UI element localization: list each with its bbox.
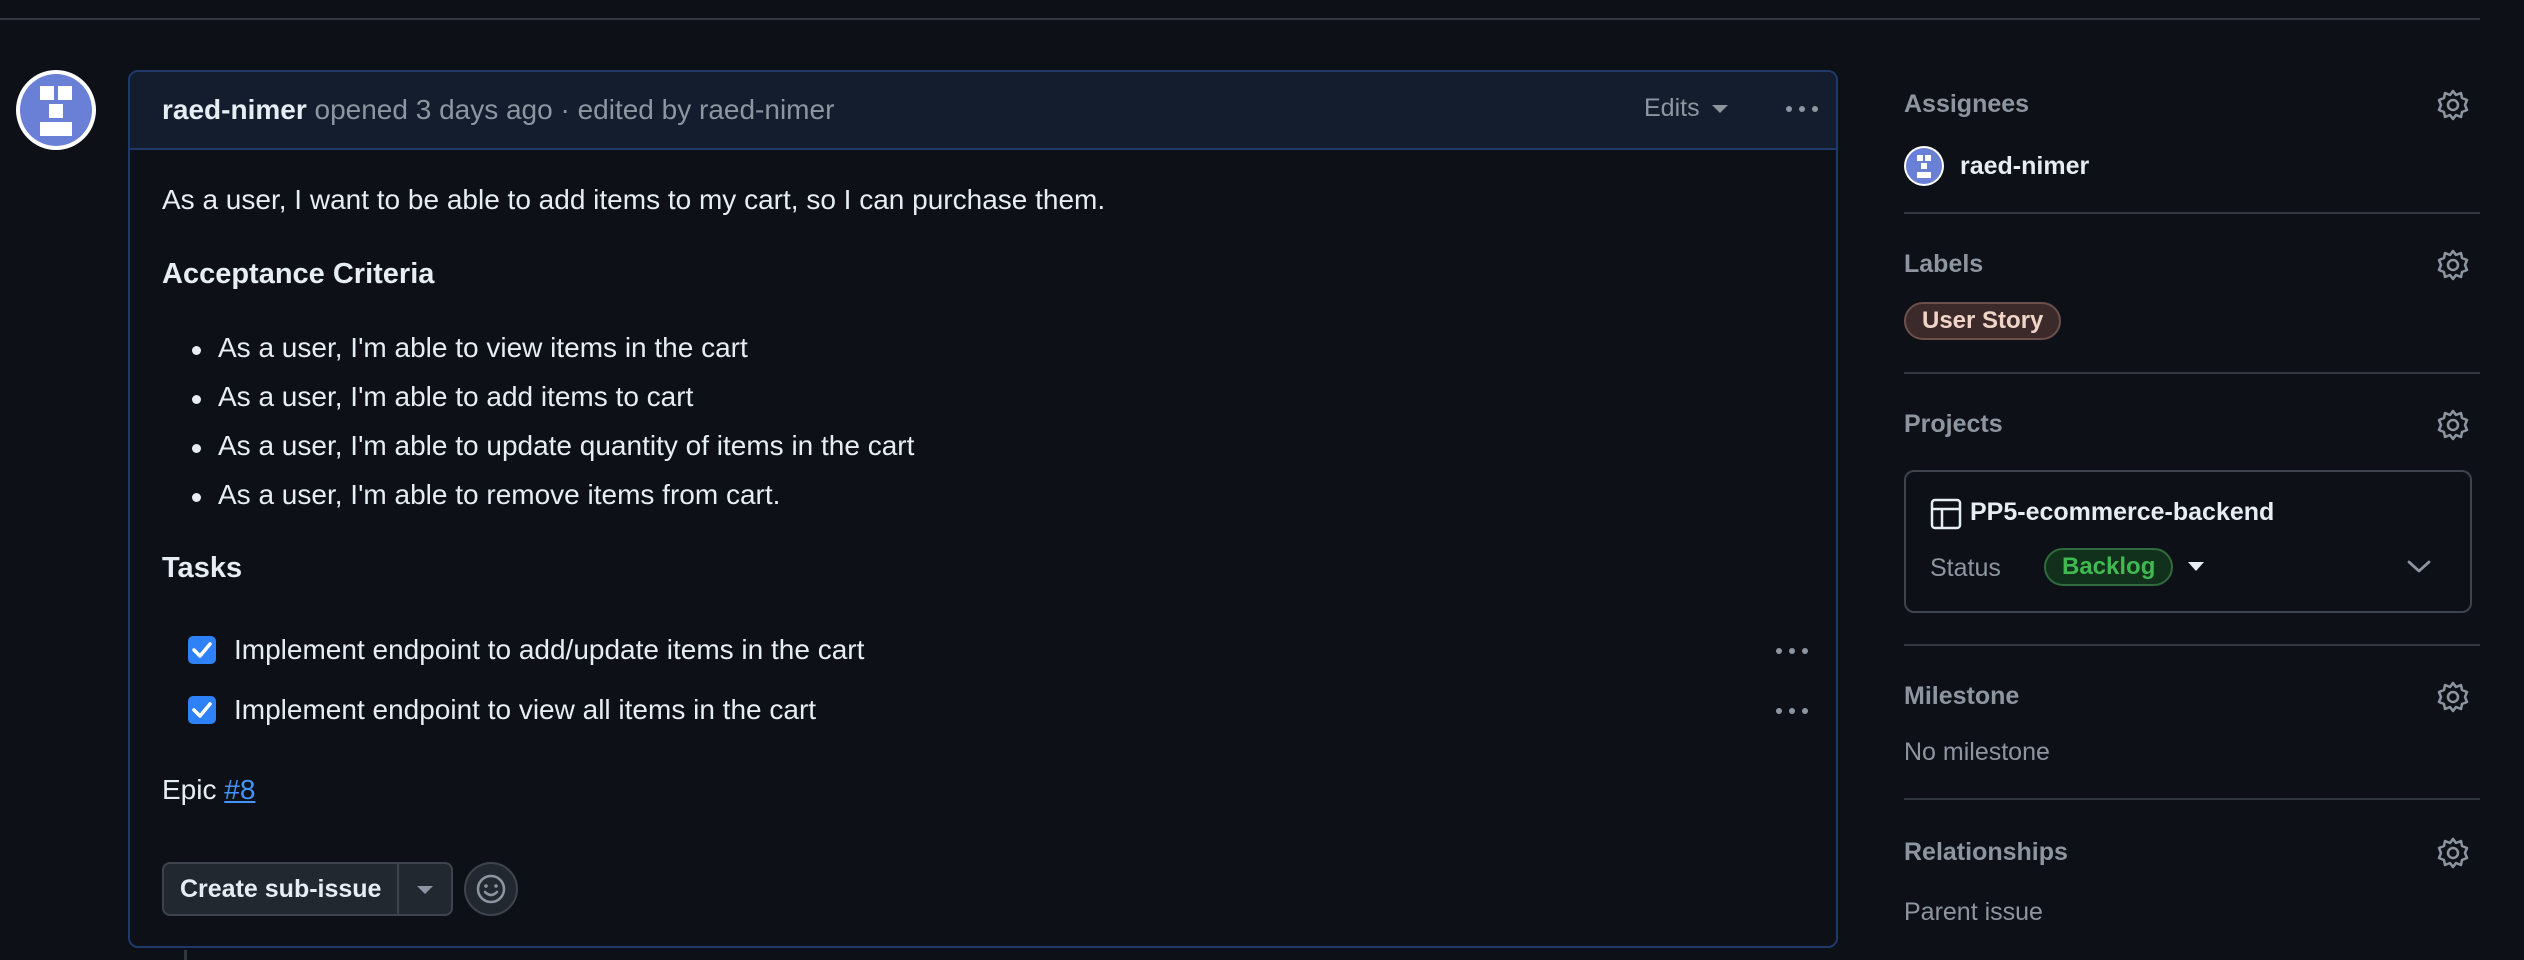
- issue-intro: As a user, I want to be able to add item…: [162, 184, 1106, 215]
- status-caret-icon[interactable]: [2188, 562, 2204, 571]
- project-name[interactable]: PP5-ecommerce-backend: [1970, 498, 2274, 527]
- labels-heading: Labels: [1904, 250, 1984, 278]
- task-label: Implement endpoint to view all items in …: [234, 694, 817, 725]
- add-reaction-button[interactable]: [464, 862, 518, 916]
- chevron-down-icon[interactable]: [2406, 558, 2432, 576]
- acceptance-heading: Acceptance Criteria: [162, 258, 435, 290]
- milestone-heading: Milestone: [1904, 682, 2020, 710]
- comment-meta-text: opened 3 days ago · edited by raed-nimer: [314, 94, 835, 125]
- timeline-connector: [184, 950, 187, 960]
- issue-comment: raed-nimer opened 3 days ago · edited by…: [128, 70, 1838, 948]
- epic-line: Epic #8: [162, 774, 255, 806]
- comment-header: raed-nimer opened 3 days ago · edited by…: [130, 72, 1836, 150]
- task-label: Implement endpoint to add/update items i…: [234, 634, 865, 665]
- bullet-icon: [192, 493, 201, 502]
- author-link[interactable]: raed-nimer: [162, 94, 307, 125]
- smiley-icon: [476, 874, 506, 904]
- criteria-item: As a user, I'm able to add items to cart: [218, 381, 694, 412]
- avatar-identicon: [20, 74, 92, 146]
- bullet-icon: [192, 346, 201, 355]
- assignees-gear-icon[interactable]: [2436, 88, 2470, 122]
- assignees-heading: Assignees: [1904, 90, 2030, 118]
- bullet-icon: [192, 444, 201, 453]
- edits-label: Edits: [1644, 94, 1700, 122]
- assignee-name[interactable]: raed-nimer: [1960, 152, 2089, 181]
- milestone-value: No milestone: [1904, 738, 2050, 766]
- sidebar-divider: [1904, 798, 2480, 800]
- sidebar-divider: [1904, 212, 2480, 214]
- comment-meta: raed-nimer opened 3 days ago · edited by…: [162, 94, 834, 126]
- sidebar-divider: [1904, 644, 2480, 646]
- status-label: Status: [1930, 554, 2001, 582]
- table-icon: [1930, 498, 1962, 530]
- create-subissue-dropdown[interactable]: [399, 864, 451, 914]
- projects-heading: Projects: [1904, 410, 2003, 438]
- task-checkbox[interactable]: [188, 636, 216, 664]
- comment-options-icon[interactable]: [1786, 100, 1822, 120]
- project-card: PP5-ecommerce-backend Status Backlog: [1904, 470, 2472, 613]
- milestone-gear-icon[interactable]: [2436, 680, 2470, 714]
- parent-issue-label: Parent issue: [1904, 898, 2043, 926]
- caret-down-icon: [417, 886, 434, 894]
- epic-link[interactable]: #8: [224, 774, 255, 805]
- top-divider: [0, 18, 2480, 20]
- assignee-avatar[interactable]: [1904, 146, 1944, 186]
- edits-dropdown[interactable]: Edits: [1644, 94, 1728, 123]
- status-badge[interactable]: Backlog: [2044, 548, 2174, 586]
- relationships-gear-icon[interactable]: [2436, 836, 2470, 870]
- task-checkbox[interactable]: [188, 696, 216, 724]
- criteria-item: As a user, I'm able to update quantity o…: [218, 430, 915, 461]
- create-subissue-group: Create sub-issue: [162, 862, 454, 916]
- label-user-story[interactable]: User Story: [1904, 302, 2062, 340]
- sidebar-divider: [1904, 372, 2480, 374]
- task-options-icon[interactable]: [1776, 702, 1812, 722]
- create-subissue-button[interactable]: Create sub-issue: [164, 864, 400, 914]
- criteria-item: As a user, I'm able to remove items from…: [218, 479, 781, 510]
- task-options-icon[interactable]: [1776, 642, 1812, 662]
- projects-gear-icon[interactable]: [2436, 408, 2470, 442]
- bullet-icon: [192, 395, 201, 404]
- criteria-item: As a user, I'm able to view items in the…: [218, 332, 748, 363]
- caret-down-icon: [1711, 105, 1728, 114]
- author-avatar[interactable]: [16, 70, 96, 150]
- epic-prefix: Epic: [162, 774, 217, 805]
- labels-gear-icon[interactable]: [2436, 248, 2470, 282]
- relationships-heading: Relationships: [1904, 838, 2068, 866]
- tasks-heading: Tasks: [162, 552, 243, 584]
